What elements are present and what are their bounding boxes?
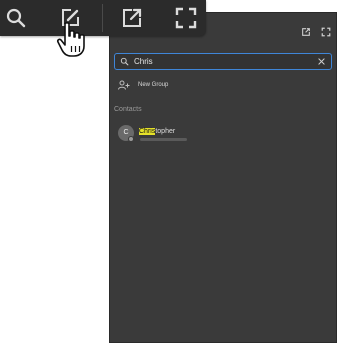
contact-name: Christopher — [139, 127, 175, 136]
new-group-label: New Group — [138, 82, 169, 88]
hand-cursor-icon — [56, 21, 86, 64]
contacts-section-header: Contacts — [114, 106, 142, 113]
contacts-panel: Chris New Group Contacts C Christopher — [109, 12, 337, 343]
search-match-highlight: Chris — [139, 128, 156, 135]
presence-status-icon — [128, 136, 134, 142]
panel-fullscreen-button[interactable] — [321, 27, 331, 37]
toolbar-divider — [102, 4, 103, 32]
zoomed-toolbar — [0, 0, 206, 36]
panel-popout-button[interactable] — [301, 27, 311, 37]
search-icon — [120, 57, 129, 66]
fullscreen-icon — [321, 27, 331, 37]
popout-button[interactable] — [120, 6, 144, 30]
contact-name-rest: topher — [155, 128, 176, 135]
add-group-icon — [118, 80, 130, 90]
fullscreen-button[interactable] — [174, 6, 198, 30]
contact-status-placeholder — [140, 138, 187, 141]
contact-list-item[interactable]: C Christopher — [118, 123, 318, 145]
popout-icon — [302, 28, 310, 36]
clear-search-icon[interactable] — [317, 57, 326, 66]
search-icon — [6, 8, 26, 28]
search-button[interactable] — [4, 6, 28, 30]
search-input[interactable]: Chris — [114, 53, 332, 70]
fullscreen-icon — [175, 7, 197, 29]
popout-icon — [123, 8, 142, 27]
search-input-value: Chris — [134, 57, 153, 66]
